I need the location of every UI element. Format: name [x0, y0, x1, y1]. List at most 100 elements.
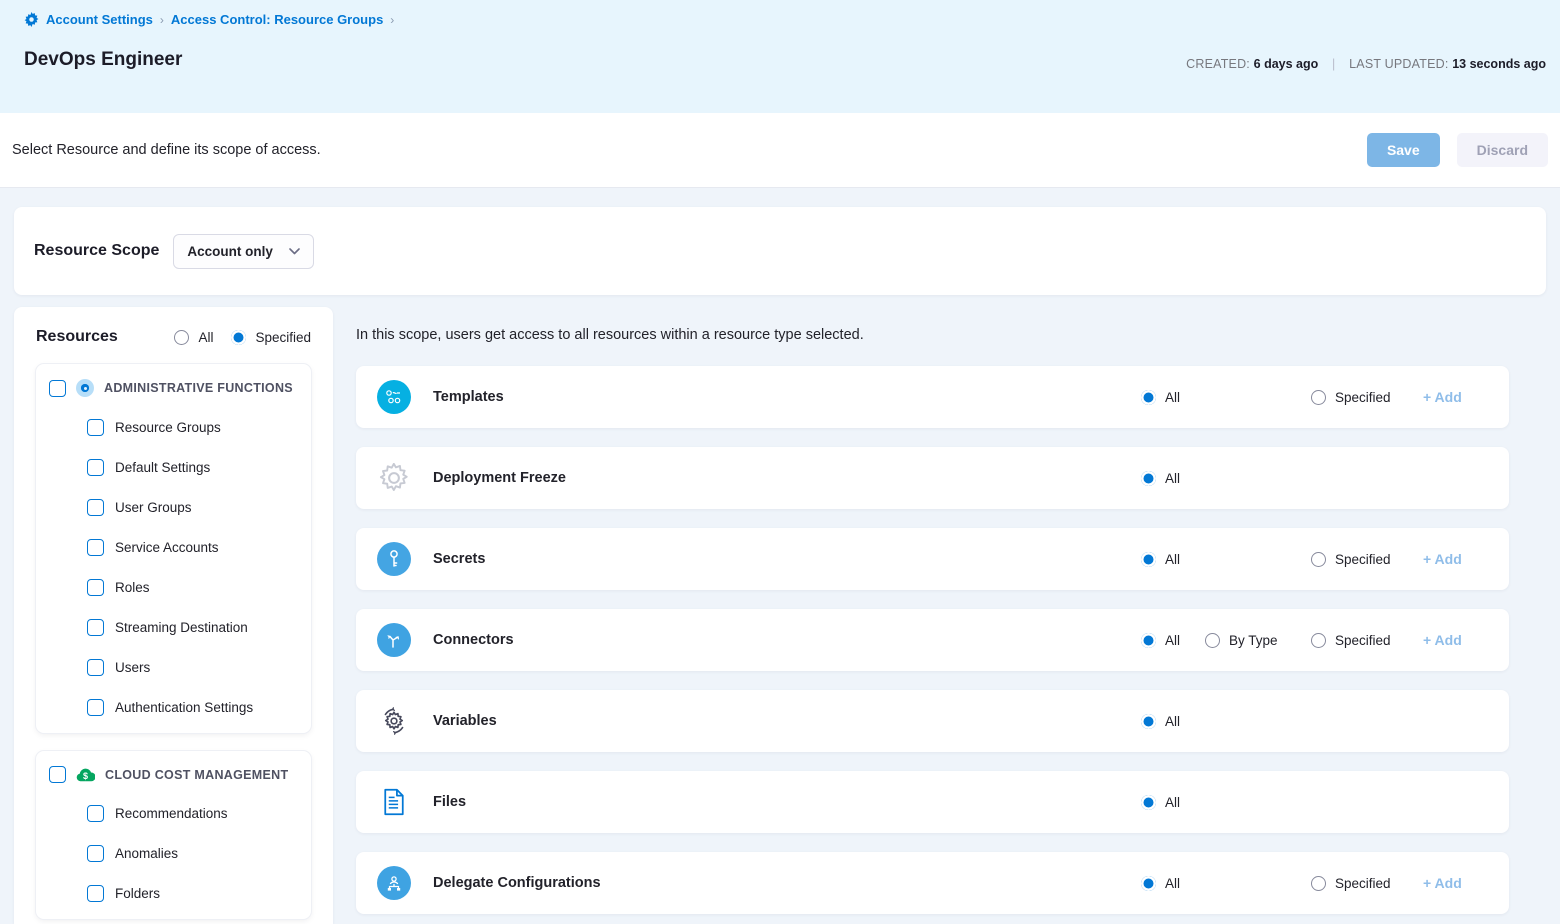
variables-icon — [376, 706, 412, 736]
radio-checked-icon[interactable] — [1141, 390, 1156, 405]
checkbox-icon[interactable] — [87, 885, 104, 902]
files-radio-all[interactable]: All — [1141, 795, 1205, 810]
checkbox-icon[interactable] — [87, 619, 104, 636]
secrets-radio-all[interactable]: All — [1141, 552, 1205, 567]
option-specified-label: Specified — [1335, 552, 1391, 567]
radio-checked-icon[interactable] — [1141, 471, 1156, 486]
resource-row-label: Files — [433, 794, 466, 810]
last-updated-label: LAST UPDATED: — [1349, 57, 1448, 71]
connectors-radio-by-type[interactable]: By Type — [1205, 633, 1311, 648]
resource-scope-dropdown[interactable]: Account only — [173, 234, 314, 269]
resource-row-variables: Variables All — [356, 690, 1509, 752]
resource-scope-label: Resource Scope — [34, 242, 159, 260]
radio-checked-icon[interactable] — [1141, 552, 1156, 567]
deployment-freeze-radio-all[interactable]: All — [1141, 471, 1205, 486]
option-all-label: All — [1165, 633, 1180, 648]
secrets-icon — [376, 542, 412, 576]
item-label: Default Settings — [115, 460, 210, 475]
checkbox-icon[interactable] — [87, 459, 104, 476]
list-item-anomalies[interactable]: Anomalies — [87, 845, 298, 862]
templates-icon — [376, 380, 412, 414]
option-all-label: All — [1165, 876, 1180, 891]
connectors-radio-specified[interactable]: Specified — [1311, 633, 1423, 648]
resource-row-connectors: Connectors All By Type Specified — [356, 609, 1509, 671]
resources-radio-specified-label: Specified — [255, 330, 311, 345]
connectors-radio-all[interactable]: All — [1141, 633, 1205, 648]
radio-checked-icon[interactable] — [1141, 795, 1156, 810]
discard-button[interactable]: Discard — [1457, 133, 1548, 167]
delegate-configurations-add-button[interactable]: + Add — [1423, 875, 1489, 891]
item-label: Roles — [115, 580, 150, 595]
list-item-recommendations[interactable]: Recommendations — [87, 805, 298, 822]
radio-checked-icon[interactable] — [1141, 714, 1156, 729]
breadcrumb-account-settings[interactable]: Account Settings — [46, 12, 153, 27]
item-label: Authentication Settings — [115, 700, 253, 715]
checkbox-icon[interactable] — [87, 805, 104, 822]
radio-unchecked-icon[interactable] — [1311, 876, 1326, 891]
radio-unchecked-icon[interactable] — [1205, 633, 1220, 648]
radio-unchecked-icon[interactable] — [1311, 390, 1326, 405]
list-item-resource-groups[interactable]: Resource Groups — [87, 419, 298, 436]
delegate-configurations-icon — [376, 866, 412, 900]
templates-radio-specified[interactable]: Specified — [1311, 390, 1423, 405]
option-all-label: All — [1165, 471, 1180, 486]
checkbox-icon[interactable] — [87, 699, 104, 716]
list-item-service-accounts[interactable]: Service Accounts — [87, 539, 298, 556]
radio-checked-icon[interactable] — [1141, 633, 1156, 648]
chevron-down-icon — [289, 248, 300, 255]
checkbox-icon[interactable] — [87, 659, 104, 676]
connectors-add-button[interactable]: + Add — [1423, 632, 1489, 648]
breadcrumb-separator: › — [160, 13, 164, 27]
list-item-user-groups[interactable]: User Groups — [87, 499, 298, 516]
item-label: Anomalies — [115, 846, 178, 861]
radio-unchecked-icon[interactable] — [1311, 552, 1326, 567]
files-icon — [376, 788, 412, 816]
gear-icon — [24, 12, 39, 27]
list-item-authentication-settings[interactable]: Authentication Settings — [87, 699, 298, 716]
resources-radio-all[interactable]: All — [174, 330, 213, 345]
resource-scope-card: Resource Scope Account only — [14, 207, 1546, 295]
connectors-icon — [376, 623, 412, 657]
delegate-configurations-radio-all[interactable]: All — [1141, 876, 1205, 891]
templates-radio-all[interactable]: All — [1141, 390, 1205, 405]
group-cloud-cost-management: $ CLOUD COST MANAGEMENT Recommendations … — [36, 751, 311, 919]
resource-row-label: Connectors — [433, 632, 514, 648]
item-label: Recommendations — [115, 806, 228, 821]
checkbox-icon[interactable] — [87, 845, 104, 862]
radio-checked-icon[interactable] — [231, 330, 246, 345]
resource-row-label: Delegate Configurations — [433, 875, 601, 891]
resource-row-files: Files All — [356, 771, 1509, 833]
checkbox-icon[interactable] — [87, 539, 104, 556]
checkbox-icon[interactable] — [87, 419, 104, 436]
item-label: User Groups — [115, 500, 192, 515]
save-button[interactable]: Save — [1367, 133, 1440, 167]
cloud-cost-management-icon: $ — [76, 768, 95, 782]
checkbox-icon[interactable] — [87, 579, 104, 596]
option-by-type-label: By Type — [1229, 633, 1278, 648]
variables-radio-all[interactable]: All — [1141, 714, 1205, 729]
created-value: 6 days ago — [1254, 57, 1319, 71]
radio-unchecked-icon[interactable] — [174, 330, 189, 345]
action-toolbar: Select Resource and define its scope of … — [0, 113, 1560, 188]
scope-description: In this scope, users get access to all r… — [356, 327, 1509, 343]
list-item-default-settings[interactable]: Default Settings — [87, 459, 298, 476]
list-item-users[interactable]: Users — [87, 659, 298, 676]
secrets-add-button[interactable]: + Add — [1423, 551, 1489, 567]
delegate-configurations-radio-specified[interactable]: Specified — [1311, 876, 1423, 891]
templates-add-button[interactable]: + Add — [1423, 389, 1489, 405]
list-item-roles[interactable]: Roles — [87, 579, 298, 596]
radio-unchecked-icon[interactable] — [1311, 633, 1326, 648]
resources-radio-specified[interactable]: Specified — [231, 330, 311, 345]
group-checkbox[interactable] — [49, 766, 66, 783]
group-checkbox[interactable] — [49, 380, 66, 397]
administrative-functions-icon — [76, 379, 94, 397]
resources-panel-title: Resources — [36, 328, 118, 346]
group-label: ADMINISTRATIVE FUNCTIONS — [104, 381, 293, 395]
radio-checked-icon[interactable] — [1141, 876, 1156, 891]
checkbox-icon[interactable] — [87, 499, 104, 516]
list-item-streaming-destination[interactable]: Streaming Destination — [87, 619, 298, 636]
secrets-radio-specified[interactable]: Specified — [1311, 552, 1423, 567]
breadcrumb-resource-groups[interactable]: Access Control: Resource Groups — [171, 12, 383, 27]
list-item-folders[interactable]: Folders — [87, 885, 298, 902]
page-header: Account Settings › Access Control: Resou… — [0, 0, 1560, 113]
